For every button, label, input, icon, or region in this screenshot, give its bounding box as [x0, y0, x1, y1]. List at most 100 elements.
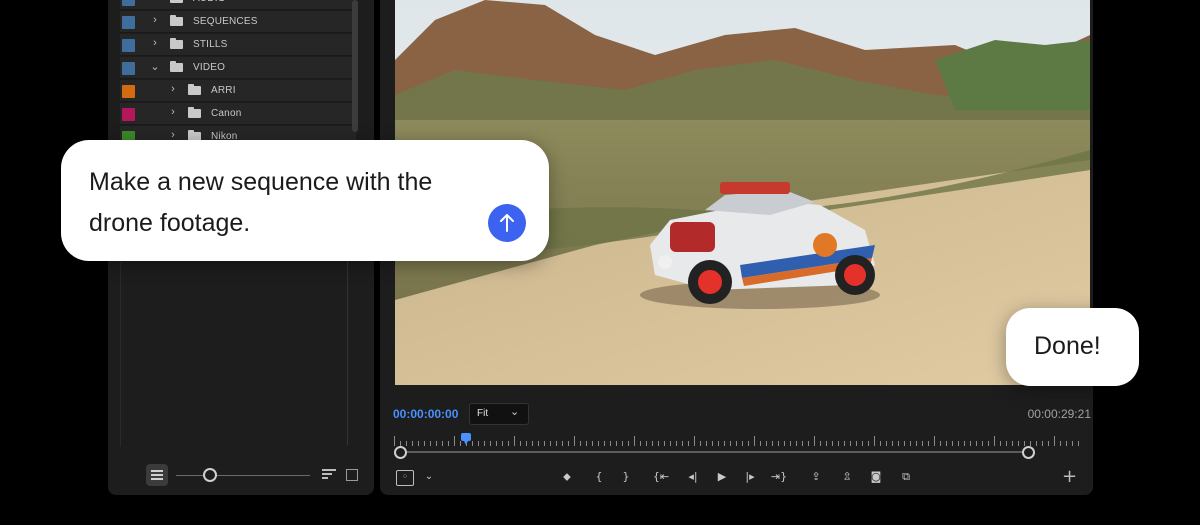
panel-divider [347, 260, 348, 445]
timeline-scroll-track[interactable] [398, 451, 1028, 453]
ruler-tick [862, 441, 863, 446]
time-ruler[interactable] [394, 434, 1081, 446]
ruler-tick [970, 441, 971, 446]
project-scrollbar[interactable] [352, 0, 358, 132]
ruler-tick [418, 441, 419, 446]
folder-label: SEQUENCES [193, 16, 258, 27]
chevron-right-icon[interactable]: › [150, 14, 160, 26]
folder-row[interactable]: › STILLS [120, 34, 356, 56]
ruler-tick [646, 441, 647, 446]
chevron-right-icon[interactable]: › [168, 106, 178, 118]
ruler-tick [1072, 441, 1073, 446]
ruler-tick [1042, 441, 1043, 446]
export-frame-icon[interactable]: ◙ [867, 469, 885, 485]
chevron-right-icon[interactable]: › [150, 37, 160, 49]
playhead-marker[interactable] [461, 433, 471, 445]
ruler-tick [952, 441, 953, 446]
ruler-tick [1054, 436, 1055, 446]
ruler-tick [712, 441, 713, 446]
folder-row[interactable]: › AUDIO [120, 0, 356, 10]
extract-icon[interactable]: ⇫ [838, 469, 856, 485]
label-color-swatch[interactable] [122, 62, 135, 75]
play-icon[interactable]: ▶ [713, 469, 731, 485]
ruler-tick [448, 441, 449, 446]
zoom-fit-value: Fit [477, 408, 489, 419]
zoom-fit-dropdown[interactable]: Fit ⌄ [469, 403, 529, 425]
prompt-bubble: Make a new sequence with the drone foota… [61, 140, 549, 261]
comparison-view-icon[interactable]: ⧉ [897, 469, 915, 485]
ruler-tick [580, 441, 581, 446]
arrow-up-icon [500, 214, 514, 232]
ruler-tick [784, 441, 785, 446]
step-back-icon[interactable]: ◂| [684, 469, 702, 485]
ruler-tick [976, 441, 977, 446]
chevron-down-icon[interactable]: ⌄ [420, 469, 438, 485]
ruler-tick [796, 441, 797, 446]
ruler-tick [1078, 441, 1079, 446]
label-color-swatch[interactable] [122, 0, 135, 6]
folder-icon [170, 61, 183, 72]
send-button[interactable] [488, 204, 526, 242]
duration-timecode: 00:00:29:21 [1027, 407, 1091, 421]
ruler-tick [850, 441, 851, 446]
ruler-tick [1012, 441, 1013, 446]
ruler-tick [1036, 441, 1037, 446]
ruler-tick [508, 441, 509, 446]
label-color-swatch[interactable] [122, 39, 135, 52]
label-color-swatch[interactable] [122, 85, 135, 98]
label-color-swatch[interactable] [122, 16, 135, 29]
ruler-tick [946, 441, 947, 446]
list-view-button[interactable] [146, 464, 168, 486]
lift-icon[interactable]: ⇪ [807, 469, 825, 485]
go-to-in-icon[interactable]: {⇤ [652, 469, 670, 485]
scroll-handle-right[interactable] [1022, 446, 1035, 459]
ruler-tick [994, 436, 995, 446]
new-bin-icon[interactable] [346, 469, 358, 481]
current-timecode[interactable]: 00:00:00:00 [393, 407, 458, 421]
ruler-tick [610, 441, 611, 446]
sort-icon[interactable] [322, 468, 336, 480]
folder-label: Canon [211, 108, 242, 119]
ruler-tick [436, 441, 437, 446]
chevron-right-icon[interactable]: › [150, 0, 160, 3]
chevron-down-icon[interactable]: ⌄ [150, 60, 160, 73]
safe-margins-icon[interactable]: ⁘ [396, 470, 414, 486]
zoom-slider-handle[interactable] [203, 468, 217, 482]
ruler-tick [496, 441, 497, 446]
go-to-out-icon[interactable]: ⇥} [770, 469, 788, 485]
ruler-tick [706, 441, 707, 446]
folder-row[interactable]: › SEQUENCES [120, 11, 356, 33]
ruler-tick [442, 441, 443, 446]
ruler-tick [874, 436, 875, 446]
mark-in-icon[interactable]: { [590, 469, 608, 485]
folder-label: STILLS [193, 39, 228, 50]
ruler-tick [910, 441, 911, 446]
ruler-tick [676, 441, 677, 446]
ruler-tick [844, 441, 845, 446]
add-button[interactable]: + [1062, 466, 1077, 487]
ruler-tick [826, 441, 827, 446]
chevron-right-icon[interactable]: › [168, 83, 178, 95]
ruler-tick [640, 441, 641, 446]
folder-row[interactable]: ⌄ VIDEO [120, 57, 356, 79]
label-color-swatch[interactable] [122, 108, 135, 121]
ruler-tick [412, 441, 413, 446]
mark-out-icon[interactable]: } [617, 469, 635, 485]
ruler-tick [802, 441, 803, 446]
folder-icon [170, 0, 183, 3]
ruler-tick [490, 441, 491, 446]
step-forward-icon[interactable]: |▸ [741, 469, 759, 485]
ruler-tick [808, 441, 809, 446]
ruler-tick [754, 436, 755, 446]
ruler-tick [394, 436, 395, 446]
folder-row[interactable]: › ARRI [120, 80, 356, 102]
add-marker-icon[interactable]: ⬥ [558, 469, 576, 485]
scroll-handle-left[interactable] [394, 446, 407, 459]
ruler-tick [598, 441, 599, 446]
ruler-tick [736, 441, 737, 446]
ruler-tick [424, 441, 425, 446]
ruler-tick [592, 441, 593, 446]
folder-row[interactable]: › Canon [120, 103, 356, 125]
folder-icon [188, 84, 201, 95]
zoom-slider-track[interactable] [176, 475, 310, 476]
